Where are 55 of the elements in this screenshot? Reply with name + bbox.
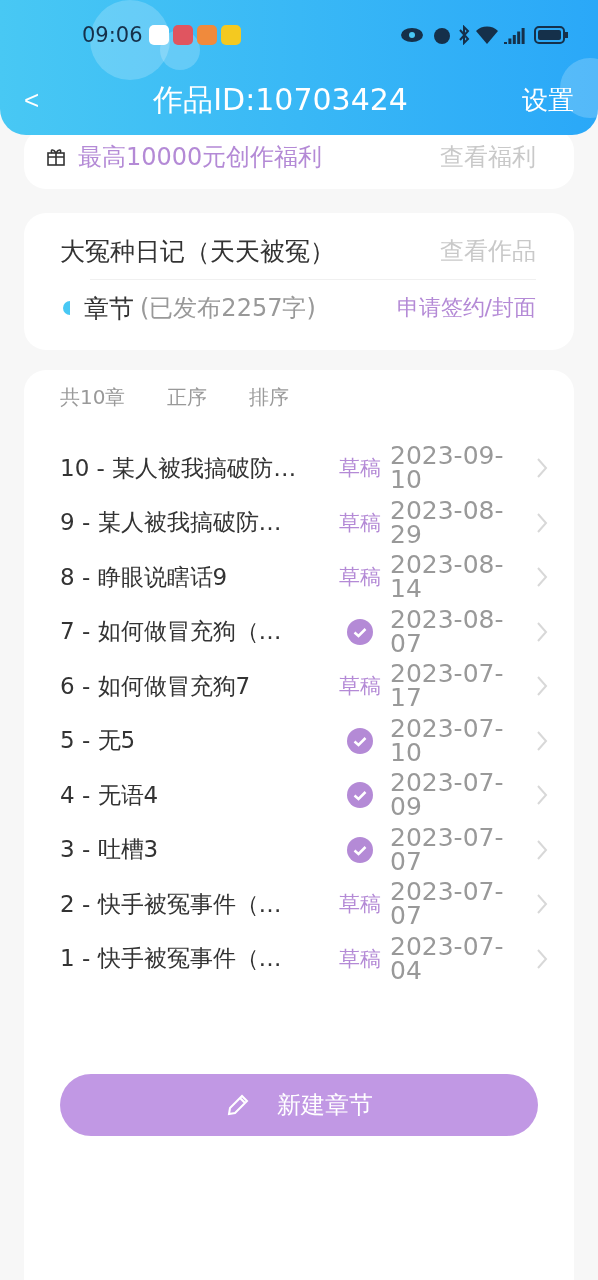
signal-icon <box>504 26 526 44</box>
chevron-right-icon <box>536 729 548 752</box>
section-label: 章节 <box>84 292 134 325</box>
chapter-date: 2023-09-10 <box>390 444 505 493</box>
chapter-date: 2023-07-17 <box>390 662 505 711</box>
chapter-title[interactable]: 8 - 睁眼说瞎话9 <box>60 561 330 593</box>
chapter-title[interactable]: 2 - 快手被冤事件（… <box>60 888 330 920</box>
chapter-date: 2023-07-10 <box>390 716 505 765</box>
page-title: 作品ID:10703424 <box>152 80 409 119</box>
draft-label: 草稿 <box>339 673 381 701</box>
battery-icon <box>534 26 568 44</box>
eye-icon <box>400 27 424 43</box>
gift-icon <box>46 147 66 167</box>
bluetooth-icon <box>458 25 470 45</box>
status-time: 09:06 <box>82 23 143 47</box>
chapter-title[interactable]: 7 - 如何做冒充狗（… <box>60 616 330 648</box>
chevron-right-icon <box>536 457 548 480</box>
chapter-title[interactable]: 6 - 如何做冒充狗7 <box>60 670 330 702</box>
chapter-date: 2023-07-04 <box>390 934 505 983</box>
chapter-date: 2023-07-09 <box>390 771 505 820</box>
chapter-title[interactable]: 1 - 快手被冤事件（… <box>60 943 330 975</box>
chapter-date: 2023-08-14 <box>390 553 505 602</box>
section-marker-icon <box>60 301 70 315</box>
app-icon <box>196 25 217 45</box>
chapter-title[interactable]: 3 - 吐槽3 <box>60 834 330 866</box>
app-icon <box>172 25 193 45</box>
chevron-right-icon <box>536 620 548 643</box>
chapter-title[interactable]: 10 - 某人被我搞破防… <box>60 452 330 484</box>
app-icon <box>148 25 169 45</box>
chevron-right-icon <box>536 838 548 861</box>
chapter-count: 共10章 <box>60 384 126 411</box>
app-icon <box>220 25 241 45</box>
chapter-date: 2023-08-29 <box>390 498 505 547</box>
chapter-date: 2023-07-07 <box>390 825 505 874</box>
draft-label: 草稿 <box>339 564 381 592</box>
draft-label: 草稿 <box>339 455 381 483</box>
chevron-right-icon <box>536 893 548 916</box>
chapter-title[interactable]: 9 - 某人被我搞破防… <box>60 507 330 539</box>
chevron-right-icon <box>536 675 548 698</box>
wifi-icon <box>476 26 498 44</box>
chevron-right-icon <box>536 566 548 589</box>
draft-label: 草稿 <box>339 509 381 537</box>
pencil-icon <box>225 1092 251 1118</box>
promo-text: 最高10000元创作福利 <box>78 142 323 173</box>
draft-label: 草稿 <box>339 891 381 919</box>
chapter-date: 2023-08-07 <box>390 607 505 656</box>
word-count: (已发布2257字) <box>140 293 316 324</box>
chevron-right-icon <box>536 784 548 807</box>
work-title: 大冤种日记（天天被冤） <box>60 235 335 268</box>
draft-label: 草稿 <box>339 945 381 973</box>
chapter-title[interactable]: 4 - 无语4 <box>60 779 330 811</box>
chevron-right-icon <box>536 511 548 534</box>
chapter-date: 2023-07-07 <box>390 880 505 929</box>
chapter-title[interactable]: 5 - 无5 <box>60 725 330 757</box>
chevron-right-icon <box>536 947 548 970</box>
